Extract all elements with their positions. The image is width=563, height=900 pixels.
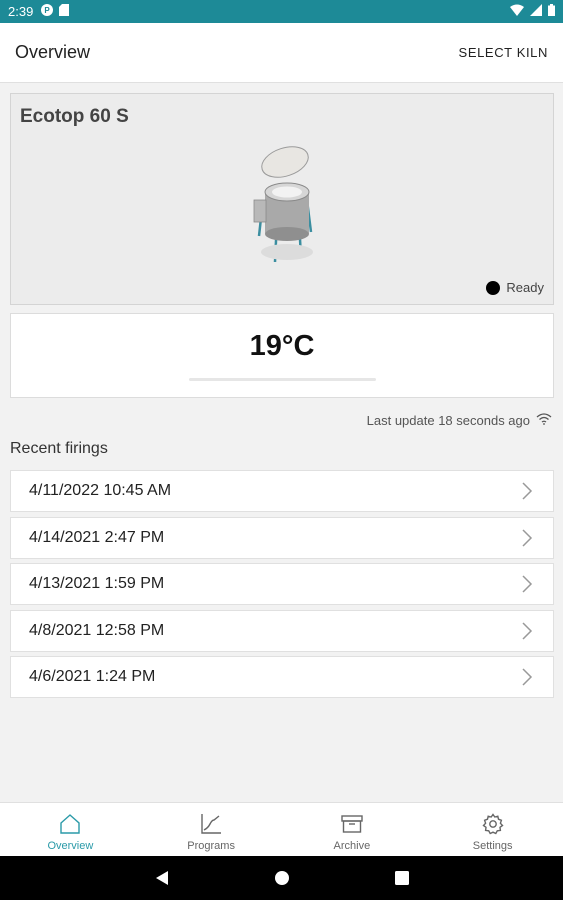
chevron-right-icon [522,528,533,547]
system-navigation-bar [0,856,563,900]
gear-icon [482,813,504,835]
temperature-progress-bar [189,378,376,381]
wifi-icon [536,413,552,428]
last-update: Last update 18 seconds ago [367,413,552,428]
kiln-name: Ecotop 60 S [20,106,129,127]
firing-list-item[interactable]: 4/13/2021 1:59 PM [10,563,554,605]
home-circle-icon [274,871,289,885]
chevron-right-icon [522,621,533,640]
select-kiln-button[interactable]: SELECT KILN [459,45,548,60]
cell-signal-icon [530,4,542,19]
status-dot-icon [486,280,501,295]
sd-card-icon [59,4,70,19]
status-time: 2:39 [8,4,34,19]
kiln-card[interactable]: Ecotop 60 S Ready [10,93,554,305]
kiln-image [253,146,313,263]
notification-p-icon: P [41,4,54,19]
firing-date: 4/6/2021 1:24 PM [29,668,156,685]
recents-button[interactable] [342,871,462,885]
kiln-status-label: Ready [506,280,544,295]
status-bar: 2:39 P [0,0,563,23]
temperature-card: 19°C [10,313,554,398]
recents-square-icon [394,871,409,885]
bottom-navigation: Overview Programs Archive Settings [0,802,563,856]
firing-date: 4/11/2022 10:45 AM [29,482,172,499]
chevron-right-icon [522,668,533,686]
firing-date: 4/14/2021 2:47 PM [29,528,165,546]
nav-settings-label: Settings [472,840,513,852]
firing-list-item[interactable]: 4/8/2021 12:58 PM [10,609,554,652]
firing-date: 4/13/2021 1:59 PM [29,575,165,592]
back-triangle-icon [155,871,168,885]
app-bar: Overview SELECT KILN [0,23,563,83]
nav-archive-label: Archive [333,840,371,852]
svg-text:P: P [45,6,51,15]
firing-list-item[interactable]: 4/14/2021 2:47 PM [10,516,554,559]
nav-programs-label: Programs [187,840,235,852]
home-icon [60,814,81,834]
chevron-right-icon [522,575,533,593]
back-button[interactable] [102,870,222,886]
nav-programs[interactable]: Programs [141,803,282,856]
nav-settings[interactable]: Settings [422,803,563,856]
battery-icon [548,4,555,19]
wifi-status-icon [510,4,524,19]
firing-list-item[interactable]: 4/11/2022 10:45 AM [10,470,554,512]
firing-list-item[interactable]: 4/6/2021 1:24 PM [10,656,554,698]
chart-icon [201,814,222,834]
chevron-right-icon [522,482,533,500]
temperature-value: 19°C [249,330,315,362]
firing-date: 4/8/2021 12:58 PM [29,621,165,639]
nav-overview[interactable]: Overview [0,803,141,856]
archive-icon [341,815,363,833]
kiln-status: Ready [486,280,544,295]
home-button[interactable] [222,870,342,886]
nav-overview-label: Overview [47,840,94,852]
recent-firings-title: Recent firings [10,440,108,457]
nav-archive[interactable]: Archive [282,803,423,856]
last-update-text: Last update 18 seconds ago [366,413,530,428]
recent-firings-list: 4/11/2022 10:45 AM 4/14/2021 2:47 PM 4/1… [10,470,554,703]
page-title: Overview [15,42,91,62]
